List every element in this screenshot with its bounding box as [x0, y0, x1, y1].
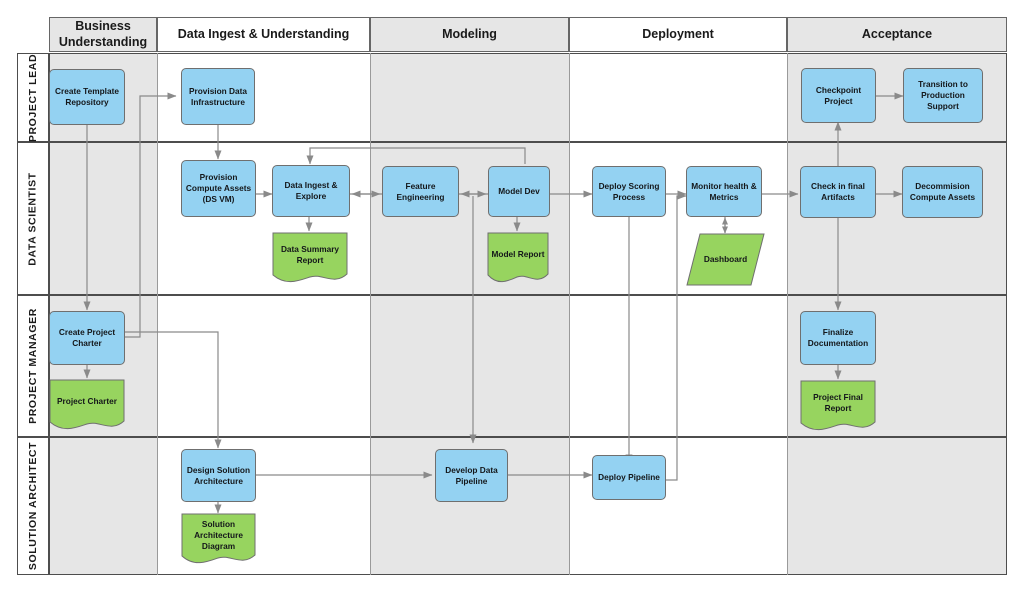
node-deploy-scoring-process[interactable]: Deploy Scoring Process [592, 166, 666, 217]
node-provision-data-infrastructure[interactable]: Provision Data Infrastructure [181, 68, 255, 125]
edge-model-dev-feedback-to-data-ingest [306, 147, 526, 165]
node-solution-architecture-diagram[interactable]: Solution Architecture Diagram [181, 513, 256, 567]
node-model-report[interactable]: Model Report [487, 232, 549, 286]
swimlane-diagram: Business Understanding Data Ingest & Und… [0, 0, 1024, 590]
node-create-template-repository[interactable]: Create Template Repository [49, 69, 125, 125]
node-monitor-health-metrics[interactable]: Monitor health & Metrics [686, 166, 762, 217]
node-check-in-final-artifacts[interactable]: Check in final Artifacts [800, 166, 876, 218]
node-dashboard[interactable]: Dashboard [686, 233, 765, 286]
node-develop-data-pipeline[interactable]: Develop Data Pipeline [435, 449, 508, 502]
node-model-dev[interactable]: Model Dev [488, 166, 550, 217]
node-data-ingest-explore[interactable]: Data Ingest & Explore [272, 165, 350, 217]
node-project-charter[interactable]: Project Charter [49, 379, 125, 433]
edge-project-charter-to-design-solution-arch [121, 331, 222, 449]
node-decommission-compute-assets[interactable]: Decommision Compute Assets [902, 166, 983, 218]
node-data-summary-report[interactable]: Data Summary Report [272, 232, 348, 286]
edge-project-charter-to-provision-data-infra [121, 92, 177, 338]
node-transition-to-production-support[interactable]: Transition to Production Support [903, 68, 983, 123]
edge-deploy-pipeline-to-monitor [666, 192, 687, 481]
node-deploy-pipeline[interactable]: Deploy Pipeline [592, 455, 666, 500]
node-design-solution-architecture[interactable]: Design Solution Architecture [181, 449, 256, 502]
node-feature-engineering[interactable]: Feature Engineering [382, 166, 459, 217]
node-finalize-documentation[interactable]: Finalize Documentation [800, 311, 876, 365]
node-checkpoint-project[interactable]: Checkpoint Project [801, 68, 876, 123]
node-project-final-report[interactable]: Project Final Report [800, 380, 876, 434]
node-provision-compute-assets[interactable]: Provision Compute Assets (DS VM) [181, 160, 256, 217]
node-create-project-charter[interactable]: Create Project Charter [49, 311, 125, 365]
